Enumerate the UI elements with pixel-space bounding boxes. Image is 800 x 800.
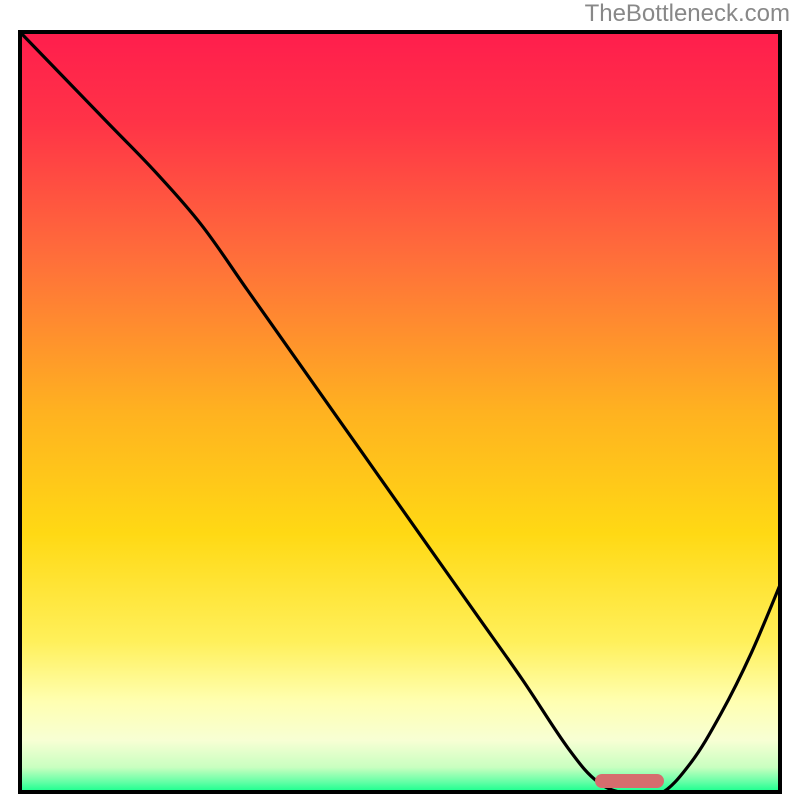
plot-area	[18, 30, 782, 794]
bottleneck-curve	[18, 30, 782, 794]
watermark-text: TheBottleneck.com	[585, 0, 790, 28]
optimal-region-marker	[595, 774, 664, 788]
chart-container: TheBottleneck.com	[0, 0, 800, 800]
